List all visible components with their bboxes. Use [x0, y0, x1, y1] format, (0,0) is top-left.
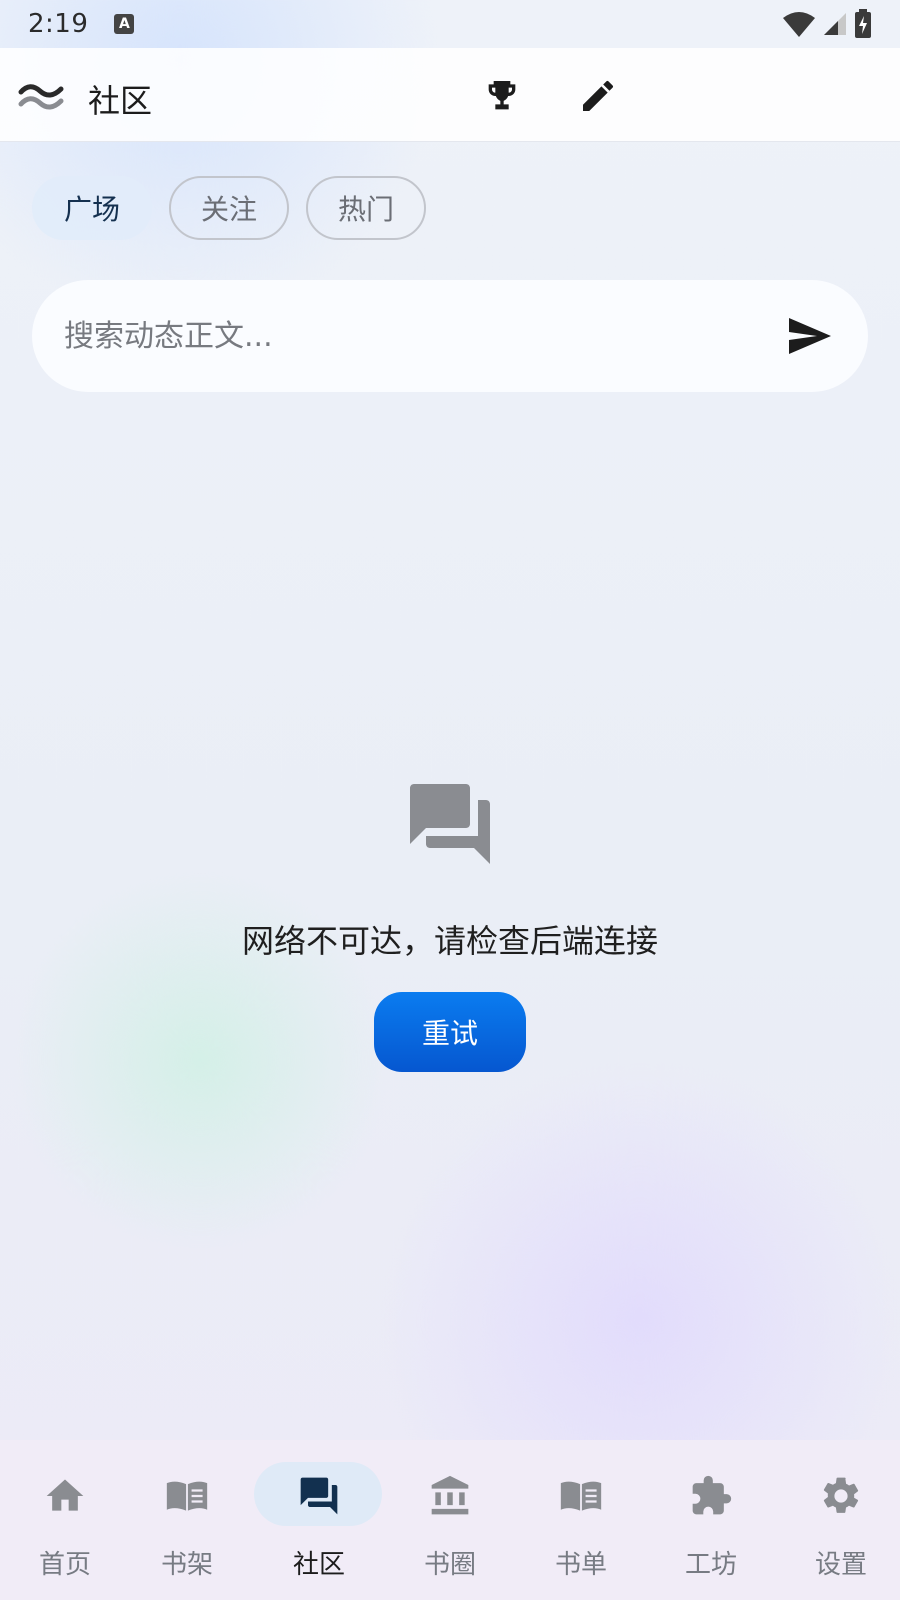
- nav-item-circle[interactable]: 书圈: [385, 1440, 515, 1600]
- open-book-icon: [163, 1472, 211, 1520]
- page-title: 社区: [88, 82, 153, 120]
- leaderboard-button[interactable]: [478, 72, 526, 120]
- nav-item-settings[interactable]: 设置: [776, 1440, 900, 1600]
- search-send-button[interactable]: [784, 310, 836, 362]
- status-bar: 2:19 A: [0, 0, 900, 48]
- nav-item-community[interactable]: 社区: [254, 1440, 384, 1600]
- nav-item-booklist[interactable]: 书单: [516, 1440, 646, 1600]
- signal-icon: [824, 13, 846, 35]
- app-bar: 社区: [0, 48, 900, 142]
- gear-icon: [817, 1472, 865, 1520]
- status-a-icon: A: [114, 14, 135, 34]
- open-book-icon: [557, 1472, 605, 1520]
- trophy-icon: [488, 81, 516, 110]
- search-bar: [32, 280, 868, 392]
- status-time: 2:19: [28, 9, 89, 39]
- nav-label: 工坊: [684, 1550, 737, 1580]
- nav-item-workshop[interactable]: 工坊: [646, 1440, 776, 1600]
- bottom-navigation: 首页 书架 社区 书圈 书单 工坊 设置: [0, 1440, 900, 1600]
- error-message: 网络不可达，请检查后端连接: [241, 922, 658, 960]
- nav-label: 书架: [160, 1550, 213, 1580]
- nav-label: 首页: [38, 1550, 91, 1580]
- home-icon: [41, 1472, 89, 1520]
- forum-icon: [295, 1472, 343, 1520]
- tab-hot[interactable]: 热门: [306, 176, 426, 240]
- tab-following[interactable]: 关注: [169, 176, 289, 240]
- bank-icon: [426, 1472, 474, 1520]
- status-icons: [782, 9, 872, 39]
- nav-item-bookshelf[interactable]: 书架: [122, 1440, 252, 1600]
- nav-label: 书单: [554, 1550, 607, 1580]
- send-icon: [789, 318, 831, 354]
- battery-icon: [855, 9, 871, 38]
- nav-label: 社区: [292, 1550, 345, 1580]
- wifi-icon: [783, 12, 815, 37]
- puzzle-icon: [687, 1472, 735, 1520]
- retry-button[interactable]: 重试: [374, 992, 526, 1072]
- nav-label: 书圈: [423, 1550, 476, 1580]
- nav-item-home[interactable]: 首页: [0, 1440, 130, 1600]
- compose-button[interactable]: [574, 72, 622, 120]
- tab-square[interactable]: 广场: [32, 176, 152, 240]
- nav-label: 设置: [814, 1550, 867, 1580]
- forum-icon: [410, 784, 490, 864]
- wave-logo-icon: [18, 84, 64, 110]
- search-input[interactable]: [64, 318, 784, 354]
- pencil-icon: [583, 80, 613, 111]
